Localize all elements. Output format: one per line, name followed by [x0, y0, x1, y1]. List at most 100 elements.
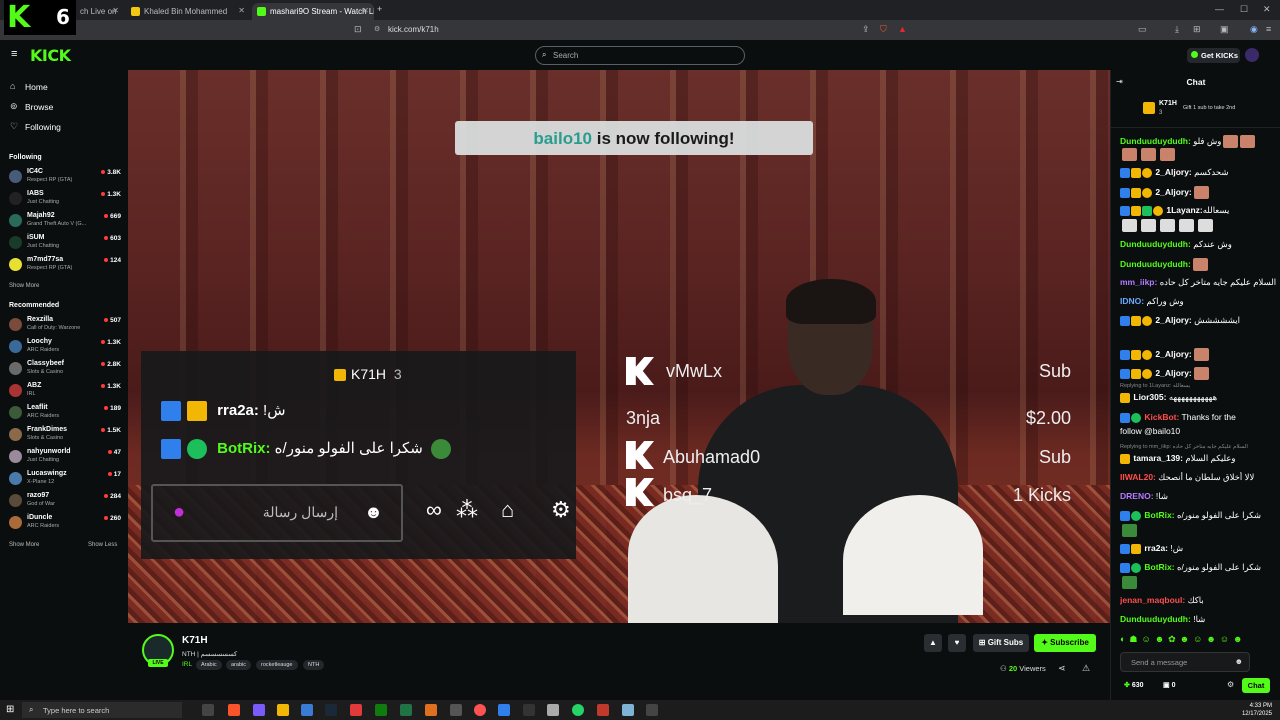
gift-balance[interactable]: ▣ 0 [1163, 681, 1175, 689]
app-icon[interactable] [547, 704, 559, 716]
sidebar-channel[interactable]: FrankDimes Slots & Casino 1.5K [9, 426, 121, 448]
sidebar-channel[interactable]: nahyunworld Just Chatting 47 [9, 448, 121, 470]
settings-icon[interactable] [646, 704, 658, 716]
task-view-icon[interactable] [202, 704, 214, 716]
xbox-icon[interactable] [375, 704, 387, 716]
follow-heart-button[interactable]: ♥ [948, 634, 966, 652]
report-flag-icon[interactable]: ⚠ [1082, 663, 1090, 674]
rewards-icon[interactable]: ▲ [898, 24, 907, 34]
shield-icon[interactable]: ◉ [1250, 24, 1258, 35]
chat-username[interactable]: BotRix: [1144, 510, 1174, 520]
close-tab-icon[interactable]: ✕ [112, 6, 119, 15]
app-icon[interactable] [450, 704, 462, 716]
maximize-icon[interactable]: ☐ [1240, 4, 1248, 15]
chat-username[interactable]: KickBot: [1144, 412, 1179, 422]
download-icon[interactable]: ⤓ [1175, 24, 1179, 35]
stream-category-link[interactable]: IRL [182, 661, 192, 668]
quick-emote-bar[interactable]: ◐☗☺☻✿☻☺☻☺☻ [1120, 634, 1247, 645]
gift-subs-button[interactable]: ⊞ Gift Subs [973, 634, 1029, 652]
kick-logo[interactable]: KICK [30, 46, 71, 65]
windows-start-icon[interactable]: ⊞ [6, 704, 14, 715]
show-less-recommended[interactable]: Show Less [88, 542, 117, 548]
app-icon[interactable] [622, 704, 634, 716]
close-window-icon[interactable]: ✕ [1263, 4, 1271, 15]
file-explorer-icon[interactable] [277, 704, 289, 716]
subscribe-button[interactable]: ✦ Subscribe [1034, 634, 1096, 652]
sidebar-channel[interactable]: ABZ IRL 1.3K [9, 382, 121, 404]
stream-tag[interactable]: arabic [226, 660, 251, 670]
video-player[interactable]: bailo10 is now following! K71H 3 rra2a: … [128, 70, 1110, 623]
whatsapp-icon[interactable] [572, 704, 584, 716]
chat-username[interactable]: DRENO: [1120, 491, 1154, 501]
taskbar-search[interactable]: ⌕ Type here to search [22, 702, 182, 718]
sidebar-channel[interactable]: Lucaswingz X-Plane 12 17 [9, 470, 121, 492]
notification-bell-button[interactable]: ▲ [924, 634, 942, 652]
chat-username[interactable]: tamara_139: [1133, 453, 1183, 463]
chat-username[interactable]: 2_Aljory: [1155, 349, 1191, 359]
chat-message-input[interactable]: Send a message ☻ [1120, 652, 1250, 672]
bookmark-icon[interactable]: ⊡ [354, 24, 362, 35]
sidebar-channel[interactable]: Loochy ARC Raiders 1.3K [9, 338, 121, 360]
steam-icon[interactable] [325, 704, 337, 716]
nav-home[interactable]: ⌂ Home [10, 81, 48, 92]
obs-icon[interactable] [474, 704, 486, 716]
chat-username[interactable]: 2_Aljory: [1155, 187, 1191, 197]
show-more-recommended[interactable]: Show More [9, 542, 39, 548]
sidebar-channel[interactable]: Leaflit ARC Raiders 189 [9, 404, 121, 426]
vlc-icon[interactable] [425, 704, 437, 716]
sidebar-channel[interactable]: Rexzilla Call of Duty: Warzone 507 [9, 316, 121, 338]
sidebar-toggle-icon[interactable]: ▭ [1138, 24, 1147, 35]
chat-settings-gear-icon[interactable]: ⚙ [1227, 680, 1234, 689]
excel-icon[interactable] [400, 704, 412, 716]
emoji-icon[interactable]: ☻ [364, 502, 383, 523]
sidebar-channel[interactable]: iDuncle ARC Raiders 260 [9, 514, 121, 536]
browser-tab-active[interactable]: mashari9O Stream - Watch Live on K ✕ [252, 3, 374, 20]
system-clock[interactable]: 4:33 PM 12/17/2025 [1242, 702, 1272, 718]
user-avatar[interactable] [1245, 48, 1259, 62]
chat-username[interactable]: 1Layanz: [1166, 205, 1202, 215]
brave-browser-icon[interactable] [228, 704, 240, 716]
chat-username[interactable]: Dunduuduydudh: [1120, 239, 1191, 249]
stream-tag[interactable]: Arabic [196, 660, 222, 670]
show-more-following[interactable]: Show More [9, 283, 39, 289]
streamer-name[interactable]: K71H [182, 635, 208, 646]
app-icon[interactable] [597, 704, 609, 716]
new-tab-icon[interactable]: + [377, 4, 382, 14]
send-chat-button[interactable]: Chat [1242, 678, 1270, 693]
microphone-icon[interactable]: ● [173, 501, 185, 524]
sidebar-channel[interactable]: m7md77sa Respect RP (GTA) 124 [9, 256, 121, 278]
share-icon[interactable]: ⇪ [862, 24, 870, 35]
wallet-icon[interactable]: ▣ [1220, 24, 1229, 35]
nav-following[interactable]: ♡ Following [10, 121, 61, 132]
close-tab-icon[interactable]: ✕ [362, 6, 369, 15]
app-icon[interactable] [523, 704, 535, 716]
stream-tag[interactable]: NTH [303, 660, 325, 670]
menu-icon[interactable]: ≡ [1266, 24, 1271, 34]
sidebar-channel[interactable]: IC4C Respect RP (GTA) 3.8K [9, 168, 121, 190]
reply-context[interactable]: Replying to 1Layanz: يسعالله [1120, 383, 1280, 389]
chat-username[interactable]: Dunduuduydudh: [1120, 259, 1191, 269]
settings-gear-icon[interactable]: ⚙ [551, 497, 571, 523]
overlay-message-input[interactable]: ● إرسال رسالة ☻ [151, 484, 403, 542]
sidebar-channel[interactable]: IABS Just Chatting 1.3K [9, 190, 121, 212]
sidebar-channel[interactable]: Classybeef Slots & Casino 2.8K [9, 360, 121, 382]
hamburger-menu-icon[interactable]: ≡ [11, 48, 17, 60]
extensions-icon[interactable]: ⊞ [1193, 24, 1201, 35]
discord-icon[interactable] [253, 704, 265, 716]
store-icon[interactable]: ⌂ [501, 497, 514, 523]
chat-username[interactable]: IIWAL20: [1120, 472, 1156, 482]
brave-shield-icon[interactable]: ⛉ [880, 24, 887, 35]
nav-browse[interactable]: ⊚ Browse [10, 101, 53, 112]
chat-username[interactable]: BotRix: [1144, 562, 1174, 572]
close-tab-icon[interactable]: ✕ [238, 6, 245, 15]
reply-context[interactable]: Replying to mm_iikp: السلام عليكم جايه م… [1120, 444, 1280, 450]
share-icon[interactable]: ⋖ [1058, 663, 1066, 674]
chat-username[interactable]: Dunduuduydudh: [1120, 136, 1191, 146]
media-app-icon[interactable] [350, 704, 362, 716]
chat-username[interactable]: IDNO: [1120, 296, 1144, 306]
sidebar-channel[interactable]: Majah92 Grand Theft Auto V (G... 669 [9, 212, 121, 234]
chat-username[interactable]: 2_Aljory: [1155, 368, 1191, 378]
chat-username[interactable]: 2_Aljory: [1155, 315, 1191, 325]
search-input[interactable]: ⌕ Search [535, 46, 745, 65]
chat-username[interactable]: Dunduuduydudh: [1120, 614, 1191, 624]
